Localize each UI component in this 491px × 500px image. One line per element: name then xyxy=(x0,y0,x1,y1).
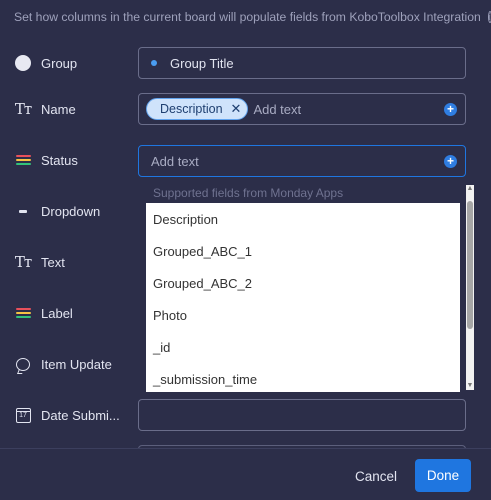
dropdown-option[interactable]: _id xyxy=(146,331,460,363)
dropdown-option[interactable]: Description xyxy=(146,203,460,235)
mapping-row-group: Group Group Title xyxy=(0,46,491,80)
dropdown-heading: Supported fields from Monday Apps xyxy=(153,186,344,200)
row-label-name: Name xyxy=(41,101,76,117)
description-chip[interactable]: Description ✕ xyxy=(146,98,249,120)
text-type-icon: Tт xyxy=(14,253,32,271)
dropdown-option[interactable]: Photo xyxy=(146,299,460,331)
add-icon[interactable]: + xyxy=(444,103,457,116)
calendar-icon: 17 xyxy=(14,406,32,424)
mapping-row-date-submitted: 17 Date Submi... xyxy=(0,398,491,432)
dropdown-icon xyxy=(14,202,32,220)
done-button[interactable]: Done xyxy=(415,459,471,492)
row-label-text: Text xyxy=(41,254,65,270)
text-type-icon: Tт xyxy=(14,100,32,118)
status-field[interactable]: Add text + xyxy=(138,145,466,177)
add-icon[interactable]: + xyxy=(444,155,457,168)
name-field-placeholder: Add text xyxy=(253,101,302,117)
row-label-status: Status xyxy=(41,152,78,168)
row-label-group: Group xyxy=(41,55,78,71)
date-submitted-field[interactable] xyxy=(138,399,466,431)
row-label-date-submitted: Date Submi... xyxy=(41,407,120,423)
instructions-text: Set how columns in the current board wil… xyxy=(14,10,481,24)
status-field-placeholder: Add text xyxy=(151,153,199,169)
close-icon[interactable]: ✕ xyxy=(231,101,242,117)
scroll-thumb[interactable] xyxy=(467,201,473,329)
dialog-footer: Cancel Done xyxy=(0,448,491,500)
chip-label: Description xyxy=(160,102,223,116)
dropdown-option[interactable]: Grouped_ABC_1 xyxy=(146,235,460,267)
scroll-up-icon[interactable]: ▲ xyxy=(466,185,474,193)
instructions-header: Set how columns in the current board wil… xyxy=(14,10,491,24)
dropdown-option[interactable]: _submission_time xyxy=(146,363,460,392)
dropdown-option[interactable]: Grouped_ABC_2 xyxy=(146,267,460,299)
status-icon xyxy=(14,151,32,169)
row-label-dropdown: Dropdown xyxy=(41,203,101,219)
speech-bubble-icon xyxy=(14,355,32,373)
group-dot-icon xyxy=(151,60,157,66)
cancel-button[interactable]: Cancel xyxy=(345,461,407,491)
row-label-label: Label xyxy=(41,305,73,321)
circle-icon xyxy=(14,54,32,72)
dropdown-list: Description Grouped_ABC_1 Grouped_ABC_2 … xyxy=(146,203,460,392)
field-options-dropdown: Supported fields from Monday Apps Descri… xyxy=(138,180,476,393)
group-field[interactable]: Group Title xyxy=(138,47,466,79)
scroll-down-icon[interactable]: ▼ xyxy=(466,382,474,390)
row-label-item-update: Item Update xyxy=(41,356,112,372)
mapping-row-status: Status Add text + xyxy=(0,143,491,177)
name-field[interactable]: Description ✕ Add text + xyxy=(138,93,466,125)
label-icon xyxy=(14,304,32,322)
group-field-value: Group Title xyxy=(170,55,234,71)
dropdown-scrollbar[interactable]: ▲ ▼ xyxy=(466,185,474,390)
mapping-row-name: Tт Name Description ✕ Add text + xyxy=(0,92,491,126)
